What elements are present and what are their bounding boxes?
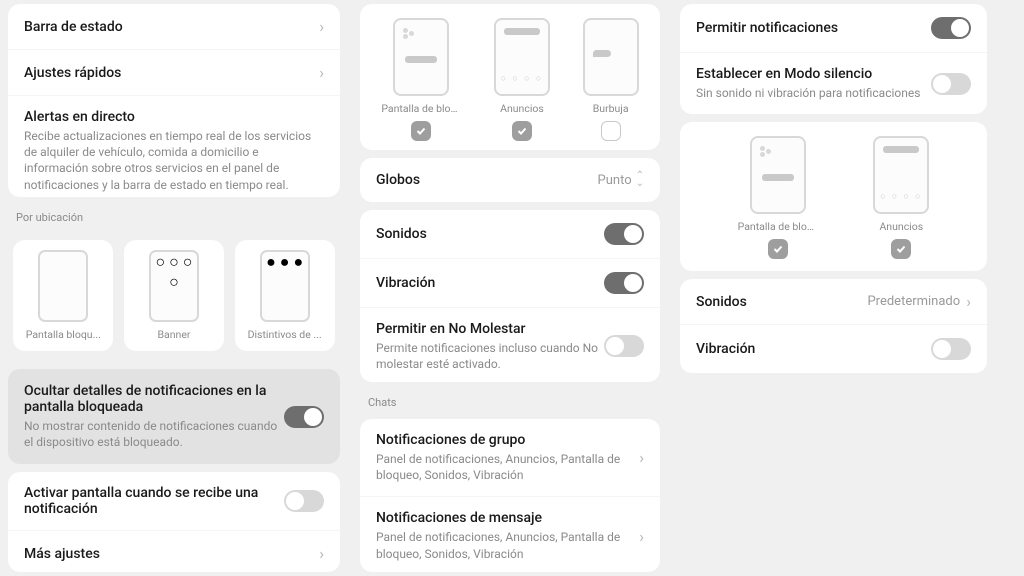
lockscreen-checkbox[interactable] [411,121,431,141]
banner-checkbox[interactable] [512,121,532,141]
live-alerts-title: Alertas en directo [24,109,324,125]
vibration-row[interactable]: Vibración [360,258,660,307]
vibration-title: Vibración [376,275,435,291]
chevron-right-icon: › [966,292,971,311]
sounds-row[interactable]: Sonidos [360,210,660,258]
banner-style-thumb[interactable]: ○ ○ ○ ○ Anuncios [494,18,550,141]
wake-screen-row[interactable]: Activar pantalla cuando se recibe una no… [8,472,340,530]
bubble-style-thumb[interactable]: Burbuja [583,18,639,141]
silent-mode-subtitle: Sin sonido ni vibración para notificacio… [696,85,931,101]
chevron-right-icon: › [319,63,324,82]
allow-notif-toggle[interactable] [931,17,971,39]
quick-settings-row[interactable]: Ajustes rápidos › [8,49,340,95]
silent-mode-title: Establecer en Modo silencio [696,66,931,82]
banner-style-thumb[interactable]: ○ ○ ○ ○ Anuncios [873,136,929,259]
vibration-toggle[interactable] [931,338,971,360]
chevron-right-icon: › [319,17,324,36]
lockscreen-style-thumb[interactable]: Pantalla de bloqueo [738,136,818,259]
more-settings-title: Más ajustes [24,546,313,562]
globos-title: Globos [376,172,420,188]
bubble-checkbox[interactable] [601,121,621,141]
dnd-row[interactable]: Permitir en No Molestar Permite notifica… [360,307,660,382]
sounds-row[interactable]: Sonidos Predeterminado › [680,279,987,324]
allow-notif-title: Permitir notificaciones [696,20,838,36]
dnd-subtitle: Permite notificaciones incluso cuando No… [376,340,604,372]
thumb-label: Distintivos de ... [239,328,331,341]
live-alerts-subtitle: Recibe actualizaciones en tiempo real de… [24,128,324,193]
globos-row[interactable]: Globos Punto ⌃⌄ [360,158,660,201]
globos-value: Punto [598,173,632,188]
message-notif-subtitle: Panel de notificaciones, Anuncios, Panta… [376,529,633,561]
message-notif-title: Notificaciones de mensaje [376,510,633,526]
updown-icon: ⌃⌄ [636,172,644,188]
group-notif-row[interactable]: Notificaciones de grupo Panel de notific… [360,419,660,496]
dnd-toggle[interactable] [604,335,644,357]
lockscreen-style-thumb[interactable]: Pantalla de bloqueo [381,18,461,141]
vibration-toggle[interactable] [604,272,644,294]
sounds-title: Sonidos [696,294,747,310]
status-bar-title: Barra de estado [24,19,313,35]
chevron-right-icon: › [639,448,644,467]
vibration-title: Vibración [696,341,755,357]
location-section-label: Por ubicación [8,205,340,226]
group-notif-title: Notificaciones de grupo [376,432,633,448]
silent-mode-toggle[interactable] [931,73,971,95]
quick-settings-title: Ajustes rápidos [24,65,313,81]
chats-section-label: Chats [360,390,660,411]
sounds-value: Predeterminado [867,294,960,309]
group-notif-subtitle: Panel de notificaciones, Anuncios, Panta… [376,451,633,483]
thumb-label: Pantalla de bloqueo [738,220,818,233]
more-settings-row[interactable]: Más ajustes › [8,530,340,572]
hide-details-row[interactable]: Ocultar detalles de notificaciones en la… [8,369,340,464]
sounds-title: Sonidos [376,226,427,242]
message-notif-row[interactable]: Notificaciones de mensaje Panel de notif… [360,496,660,572]
wake-screen-title: Activar pantalla cuando se recibe una no… [24,485,284,517]
hide-details-subtitle: No mostrar contenido de notificaciones c… [24,418,284,450]
silent-mode-row[interactable]: Establecer en Modo silencio Sin sonido n… [680,52,987,114]
status-bar-row[interactable]: Barra de estado › [8,4,340,49]
live-alerts-row[interactable]: Alertas en directo Recibe actualizacione… [8,95,340,197]
wake-screen-toggle[interactable] [284,490,324,512]
chevron-right-icon: › [639,527,644,546]
thumb-label: Anuncios [879,220,923,233]
allow-notif-row[interactable]: Permitir notificaciones [680,4,987,52]
chevron-right-icon: › [319,544,324,563]
banner-checkbox[interactable] [891,239,911,259]
thumb-label: Banner [128,328,220,341]
banner-thumb[interactable]: ○ ○ ○ ○ Banner [124,240,224,351]
dnd-title: Permitir en No Molestar [376,321,604,337]
thumb-label: Burbuja [593,102,629,115]
hide-details-title: Ocultar detalles de notificaciones en la… [24,383,284,415]
thumb-label: Pantalla de bloqueo [381,102,461,115]
thumb-label: Anuncios [500,102,544,115]
hide-details-toggle[interactable] [284,406,324,428]
vibration-row[interactable]: Vibración [680,324,987,373]
badges-thumb[interactable]: ● ● ● Distintivos de ... [235,240,335,351]
lockscreen-thumb[interactable]: Pantalla bloqu... [13,240,113,351]
thumb-label: Pantalla bloqu... [17,328,109,341]
lockscreen-checkbox[interactable] [768,239,788,259]
sounds-toggle[interactable] [604,223,644,245]
